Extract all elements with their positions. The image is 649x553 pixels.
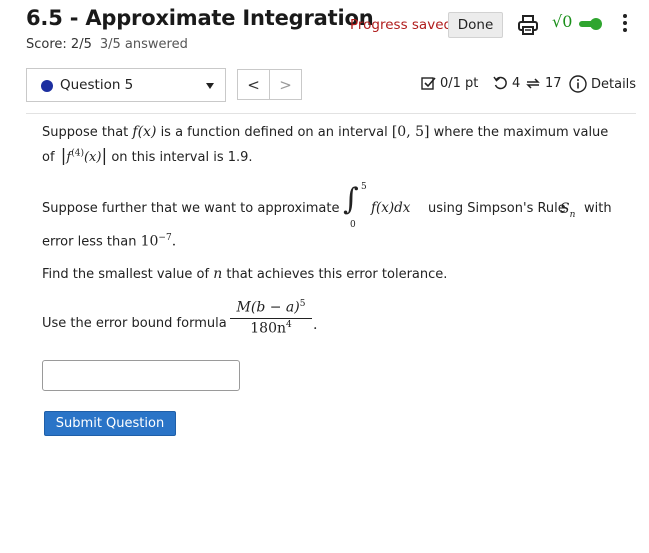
points-text: 0/1 pt (440, 76, 479, 91)
math-sn-n: n (569, 210, 576, 221)
math-sn-S: S (560, 201, 570, 217)
math-toggle-switch[interactable] (579, 18, 603, 30)
question-text: where the maximum value (433, 125, 609, 140)
answer-input[interactable] (42, 360, 240, 391)
retries-indicator: 4 (493, 76, 520, 91)
details-label: Details (591, 76, 637, 92)
math-derivative-order: (4) (71, 148, 84, 159)
fraction-numerator: M(b − a)5 (230, 299, 312, 318)
integral-upper-limit: 5 (361, 182, 367, 192)
question-select-label: Question 5 (60, 77, 134, 93)
retry-icon (493, 76, 507, 90)
integral-sign: ∫ (343, 182, 359, 217)
page-title: 6.5 - Approximate Integration (26, 6, 374, 30)
done-button[interactable]: Done (448, 12, 503, 38)
fraction-denominator: 180n4 (230, 319, 312, 337)
print-icon[interactable] (517, 14, 539, 36)
numerator-exponent: 5 (299, 299, 306, 309)
question-text: that achieves this error tolerance. (226, 267, 448, 282)
math-input-icon[interactable]: √0 (552, 12, 572, 31)
question-paragraph-6: Use the error bound formula (42, 316, 227, 331)
header-divider (26, 113, 636, 114)
more-options-icon[interactable] (620, 12, 630, 36)
question-text: Find the smallest value of (42, 267, 210, 282)
question-select[interactable]: Question 5 (26, 68, 226, 102)
question-paragraph-2: of |f(4)(x)| on this interval is 1.9. (42, 146, 253, 166)
retries-count: 4 (512, 76, 521, 91)
integral-expression: f(x)dx (371, 200, 411, 216)
question-paragraph-5: Find the smallest value of n that achiev… (42, 266, 447, 282)
question-paragraph-4: error less than 10−7. (42, 233, 176, 249)
denominator-exponent: 4 (286, 319, 292, 330)
answered-count: 3/5 answered (99, 37, 188, 52)
denominator-text: 180n (250, 320, 286, 337)
attempts-indicator: 17 (525, 76, 562, 91)
caret-down-icon (206, 83, 214, 89)
info-icon (569, 75, 587, 93)
question-paragraph-3: Suppose further that we want to approxim… (42, 201, 340, 216)
details-button[interactable]: Details (569, 75, 636, 93)
math-n: n (213, 266, 223, 282)
math-sn: Sn (560, 198, 575, 220)
math-fx: f(x) (132, 124, 157, 140)
score-line: Score: 2/5 3/5 answered (26, 37, 188, 52)
question-text: is a function defined on an interval (160, 125, 388, 140)
math-derivative-arg: (x) (83, 150, 102, 165)
numerator-text: M(b − a) (236, 299, 300, 316)
error-bound-fraction: M(b − a)5 180n4 (230, 299, 312, 336)
score-text: Score: 2/5 (26, 37, 92, 52)
math-exponent: −7 (158, 233, 172, 243)
submit-question-button[interactable]: Submit Question (44, 411, 176, 436)
question-text: on this interval is 1.9. (111, 150, 253, 165)
fraction-period: . (313, 317, 318, 333)
attempts-count: 17 (545, 76, 562, 91)
previous-question-button[interactable]: < (237, 69, 270, 100)
integral-lower-limit: 0 (350, 220, 356, 230)
math-interval: [0, 5] (391, 124, 430, 140)
next-question-button[interactable]: > (269, 69, 302, 100)
math-ten: 10 (140, 233, 159, 250)
attempts-cycle-icon (526, 78, 540, 89)
question-text: error less than (42, 234, 137, 250)
question-text: of (42, 150, 55, 165)
question-status-dot (41, 80, 53, 92)
question-text-simpson: using Simpson's Rule (428, 201, 566, 216)
math-period: . (171, 233, 177, 250)
progress-saved-status: Progress saved (350, 17, 453, 33)
points-indicator: 0/1 pt (421, 76, 478, 91)
question-paragraph-1: Suppose that f(x) is a function defined … (42, 124, 608, 140)
question-text-with: with (584, 201, 612, 216)
question-text: Suppose that (42, 125, 129, 140)
checkbox-icon (421, 77, 436, 90)
